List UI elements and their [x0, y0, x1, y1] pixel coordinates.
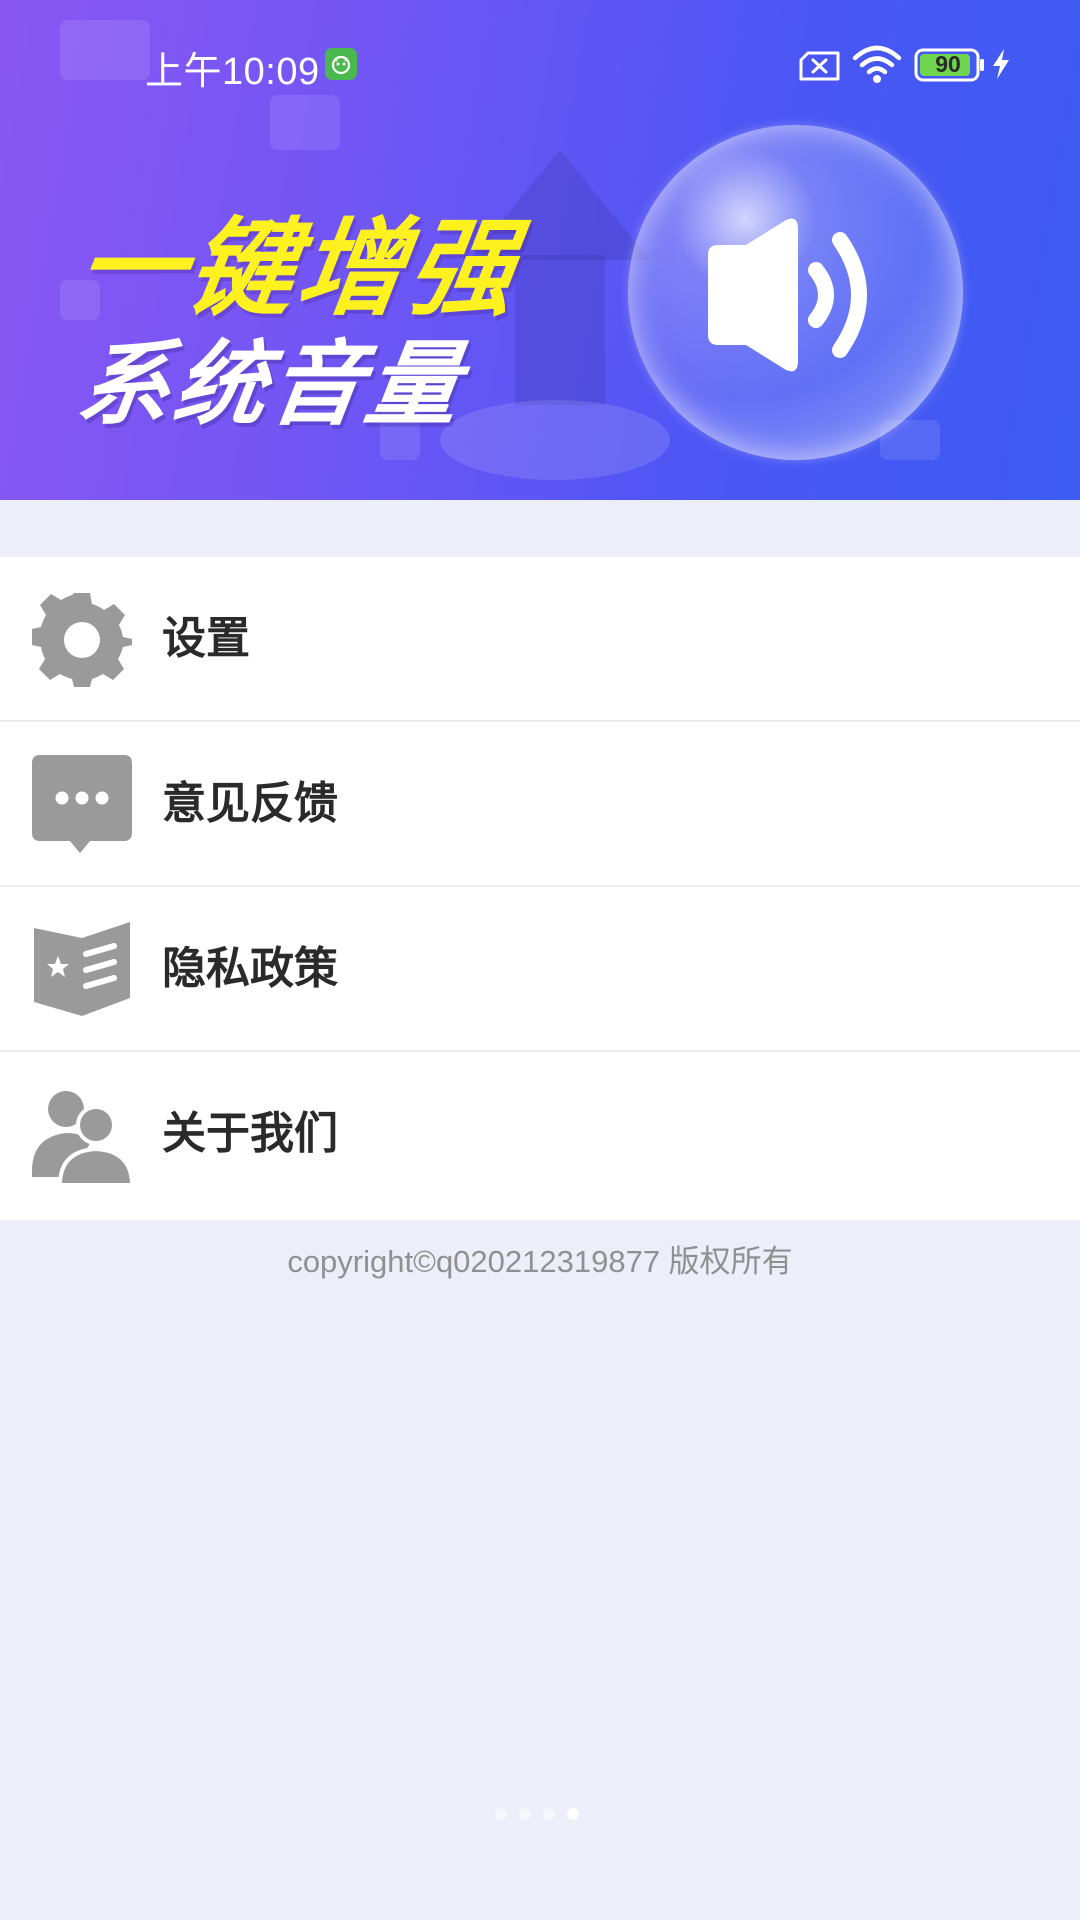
people-icon [32, 1091, 132, 1185]
menu-item-feedback[interactable]: 意见反馈 [0, 722, 1080, 887]
menu-item-settings[interactable]: 设置 [0, 557, 1080, 722]
page-dot-active [567, 1808, 579, 1820]
menu-item-label: 关于我们 [162, 1108, 338, 1159]
status-bar: 上午10:09 90 [0, 0, 1080, 128]
app-notification-icon [325, 48, 357, 80]
speaker-bubble [628, 125, 963, 460]
menu-item-about-us[interactable]: 关于我们 [0, 1052, 1080, 1220]
menu-item-label: 设置 [162, 613, 250, 664]
page-dot [519, 1808, 531, 1820]
menu-item-label: 意见反馈 [162, 778, 338, 829]
banner-headline-secondary: 系统音量 [71, 331, 471, 438]
feedback-chat-icon [32, 755, 132, 853]
page-dot [543, 1808, 555, 1820]
status-time: 上午10:09 [145, 51, 320, 93]
gear-icon [32, 593, 132, 687]
banner-bowl-decoration [440, 400, 670, 480]
speaker-volume-icon [708, 218, 867, 372]
copyright-text: copyright©q020212319877 版权所有 [287, 1244, 793, 1279]
charging-icon [993, 49, 1009, 79]
battery-level: 90 [935, 51, 961, 77]
menu-item-privacy-policy[interactable]: 隐私政策 [0, 887, 1080, 1052]
sim-icon [799, 51, 840, 81]
banner-arrow-decoration [515, 255, 605, 405]
menu-item-label: 隐私政策 [162, 943, 338, 994]
menu-list: 设置 意见反馈 隐私政策 关于我们 [0, 557, 1080, 1220]
page-indicator [495, 1808, 579, 1820]
page-dot [495, 1808, 507, 1820]
privacy-book-icon [34, 922, 130, 1016]
wifi-icon [852, 45, 902, 83]
